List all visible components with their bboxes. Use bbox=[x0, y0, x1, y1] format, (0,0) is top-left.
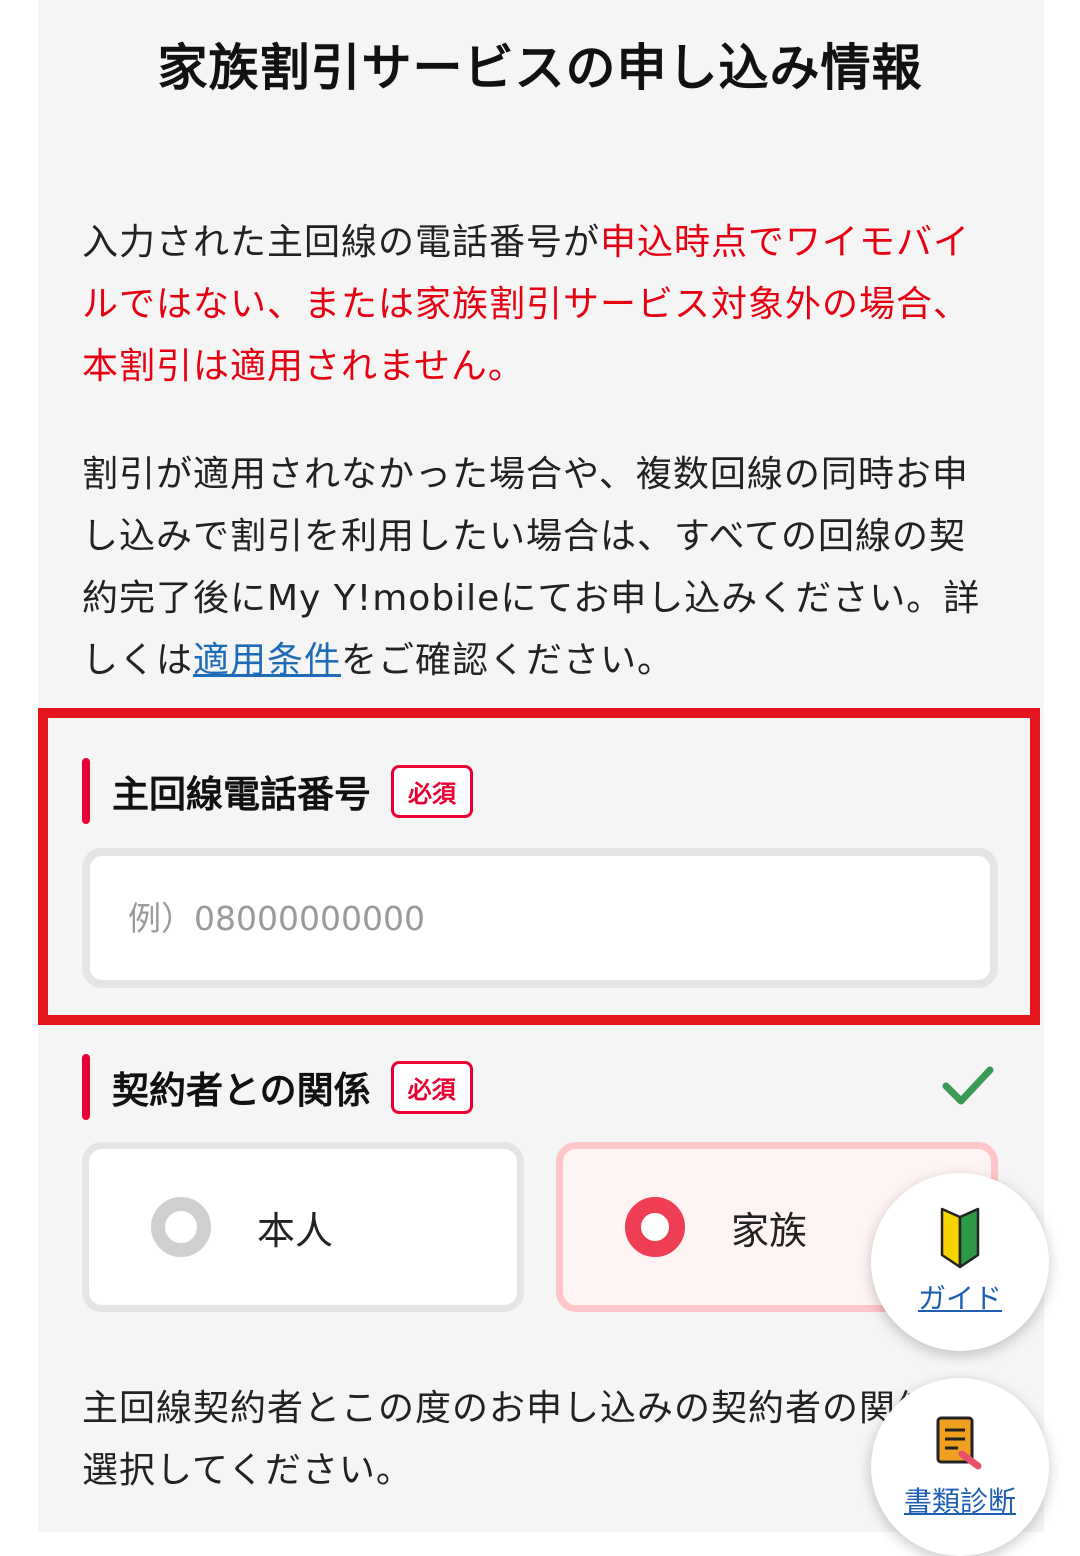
page-title: 家族割引サービスの申し込み情報 bbox=[157, 39, 923, 97]
notice-text: 入力された主回線の電話番号が申込時点でワイモバイルではない、または家族割引サービ… bbox=[82, 212, 992, 398]
document-check-label: 書類診断 bbox=[903, 1485, 1016, 1518]
phone-input-container bbox=[82, 848, 998, 988]
radio-selected-icon bbox=[625, 1197, 685, 1257]
guide-button[interactable]: ガイド bbox=[871, 1173, 1049, 1351]
required-badge: 必須 bbox=[391, 764, 473, 818]
relation-option-label: 本人 bbox=[257, 1208, 334, 1253]
document-check-button[interactable]: 書類診断 bbox=[871, 1378, 1049, 1556]
relation-option-self[interactable]: 本人 bbox=[82, 1142, 524, 1312]
info-text-tail: をご確認ください。 bbox=[341, 640, 675, 681]
relation-option-label: 家族 bbox=[731, 1208, 808, 1253]
relation-field-label-row: 契約者との関係 必須 bbox=[82, 1054, 473, 1120]
relation-field-label: 契約者との関係 bbox=[112, 1069, 371, 1112]
guide-button-label: ガイド bbox=[917, 1282, 1002, 1315]
phone-field-label-row: 主回線電話番号 必須 bbox=[82, 758, 473, 824]
beginner-mark-icon bbox=[940, 1207, 980, 1269]
required-badge: 必須 bbox=[390, 1060, 473, 1114]
phone-number-input[interactable] bbox=[126, 897, 990, 939]
info-text: 割引が適用されなかった場合や、複数回線の同時お申し込みで割引を利用したい場合は、… bbox=[82, 444, 992, 692]
relation-help-text: 主回線契約者とこの度のお申し込みの契約者の関係を選択してください。 bbox=[82, 1388, 971, 1491]
radio-unselected-icon bbox=[151, 1197, 211, 1257]
conditions-link[interactable]: 適用条件 bbox=[193, 640, 341, 681]
phone-field-label: 主回線電話番号 bbox=[112, 773, 371, 816]
label-accent-bar bbox=[82, 758, 90, 824]
notice-text-normal: 入力された主回線の電話番号が bbox=[82, 222, 601, 263]
label-accent-bar bbox=[82, 1054, 90, 1120]
check-icon bbox=[942, 1066, 994, 1105]
document-icon bbox=[936, 1416, 982, 1470]
